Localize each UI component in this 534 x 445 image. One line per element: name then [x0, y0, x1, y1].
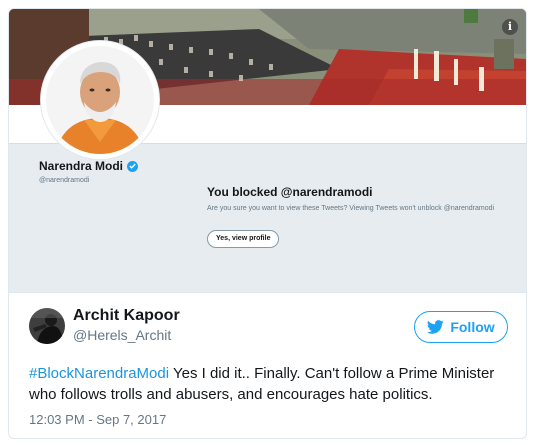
follow-button-label: Follow [450, 319, 495, 335]
follow-button[interactable]: Follow [414, 311, 508, 343]
verified-badge-icon [127, 160, 139, 172]
info-icon[interactable]: i [502, 19, 518, 35]
blocked-message: Are you sure you want to view these Twee… [207, 205, 495, 212]
blocked-title: You blocked @narendramodi [207, 185, 373, 199]
author-handle[interactable]: @Herels_Archit [73, 327, 171, 343]
author-name[interactable]: Archit Kapoor [73, 307, 180, 325]
tweet-text: #BlockNarendraModi Yes I did it.. Finall… [29, 363, 514, 405]
view-profile-button: Yes, view profile [207, 230, 280, 248]
twitter-bird-icon [427, 320, 444, 334]
tweet-timestamp[interactable]: 12:03 PM - Sep 7, 2017 [29, 412, 166, 427]
embedded-tweet-card: i Narendra Modi @narendramodi You blocke… [8, 8, 527, 439]
profile-handle: @narendramodi [39, 177, 90, 184]
tweet-media-screenshot[interactable]: i Narendra Modi @narendramodi You blocke… [9, 9, 526, 292]
tweet: Archit Kapoor @Herels_Archit Follow #Blo… [9, 292, 526, 438]
author-avatar[interactable] [29, 308, 65, 344]
profile-name: Narendra Modi [39, 159, 124, 173]
hashtag-link[interactable]: #BlockNarendraModi [29, 365, 169, 382]
profile-avatar [41, 41, 159, 159]
profile-name-row: Narendra Modi [39, 159, 139, 173]
